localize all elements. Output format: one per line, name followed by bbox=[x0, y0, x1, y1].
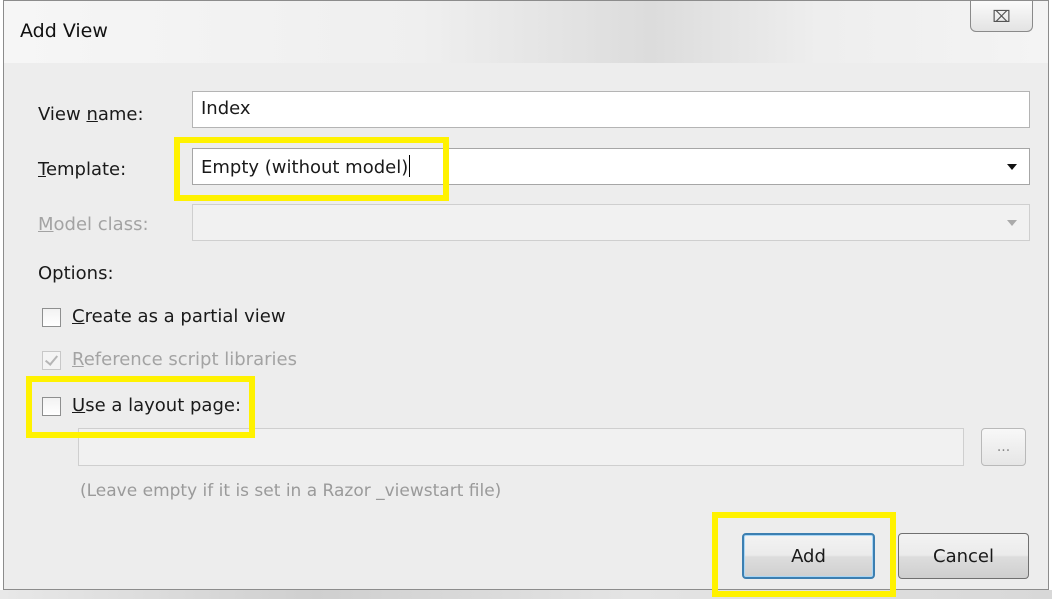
options-label: Options: bbox=[38, 263, 114, 284]
view-name-value: Index bbox=[201, 98, 251, 119]
chevron-down-icon[interactable] bbox=[1007, 220, 1017, 226]
close-icon: ⌧ bbox=[992, 6, 1011, 26]
chevron-down-icon[interactable] bbox=[1007, 164, 1017, 170]
dialog-body: View name: Index Template: Empty (withou… bbox=[4, 63, 1048, 589]
partial-view-checkbox[interactable] bbox=[42, 308, 61, 327]
reference-scripts-checkbox[interactable] bbox=[42, 351, 61, 370]
layout-page-checkbox[interactable] bbox=[42, 397, 61, 416]
reference-scripts-label[interactable]: Reference script libraries bbox=[72, 349, 297, 370]
add-button[interactable]: Add bbox=[742, 533, 875, 579]
template-select[interactable]: Empty (without model) bbox=[192, 148, 1030, 185]
partial-view-label[interactable]: Create as a partial view bbox=[72, 306, 286, 327]
layout-hint: (Leave empty if it is set in a Razor _vi… bbox=[80, 481, 502, 501]
model-class-label: Model class: bbox=[38, 214, 149, 235]
close-button[interactable]: ⌧ bbox=[970, 1, 1033, 32]
browse-button[interactable]: ... bbox=[981, 428, 1026, 466]
checkmark-icon bbox=[44, 352, 59, 366]
add-button-label: Add bbox=[791, 545, 826, 567]
title-bar: Add View ⌧ bbox=[4, 1, 1048, 63]
cancel-button[interactable]: Cancel bbox=[898, 533, 1029, 579]
layout-path-input[interactable] bbox=[78, 428, 964, 466]
browse-label: ... bbox=[996, 439, 1011, 455]
model-class-select[interactable] bbox=[192, 204, 1030, 241]
dialog-title: Add View bbox=[20, 20, 108, 42]
text-caret bbox=[409, 155, 411, 177]
layout-page-label[interactable]: Use a layout page: bbox=[72, 395, 241, 416]
template-label: Template: bbox=[38, 159, 127, 180]
template-value: Empty (without model) bbox=[201, 157, 409, 178]
view-name-label: View name: bbox=[38, 104, 144, 125]
add-view-dialog: Add View ⌧ View name: Index Template: Em… bbox=[3, 0, 1049, 590]
view-name-input[interactable]: Index bbox=[192, 91, 1030, 128]
cancel-button-label: Cancel bbox=[933, 545, 994, 567]
window-shadow bbox=[0, 590, 1052, 599]
